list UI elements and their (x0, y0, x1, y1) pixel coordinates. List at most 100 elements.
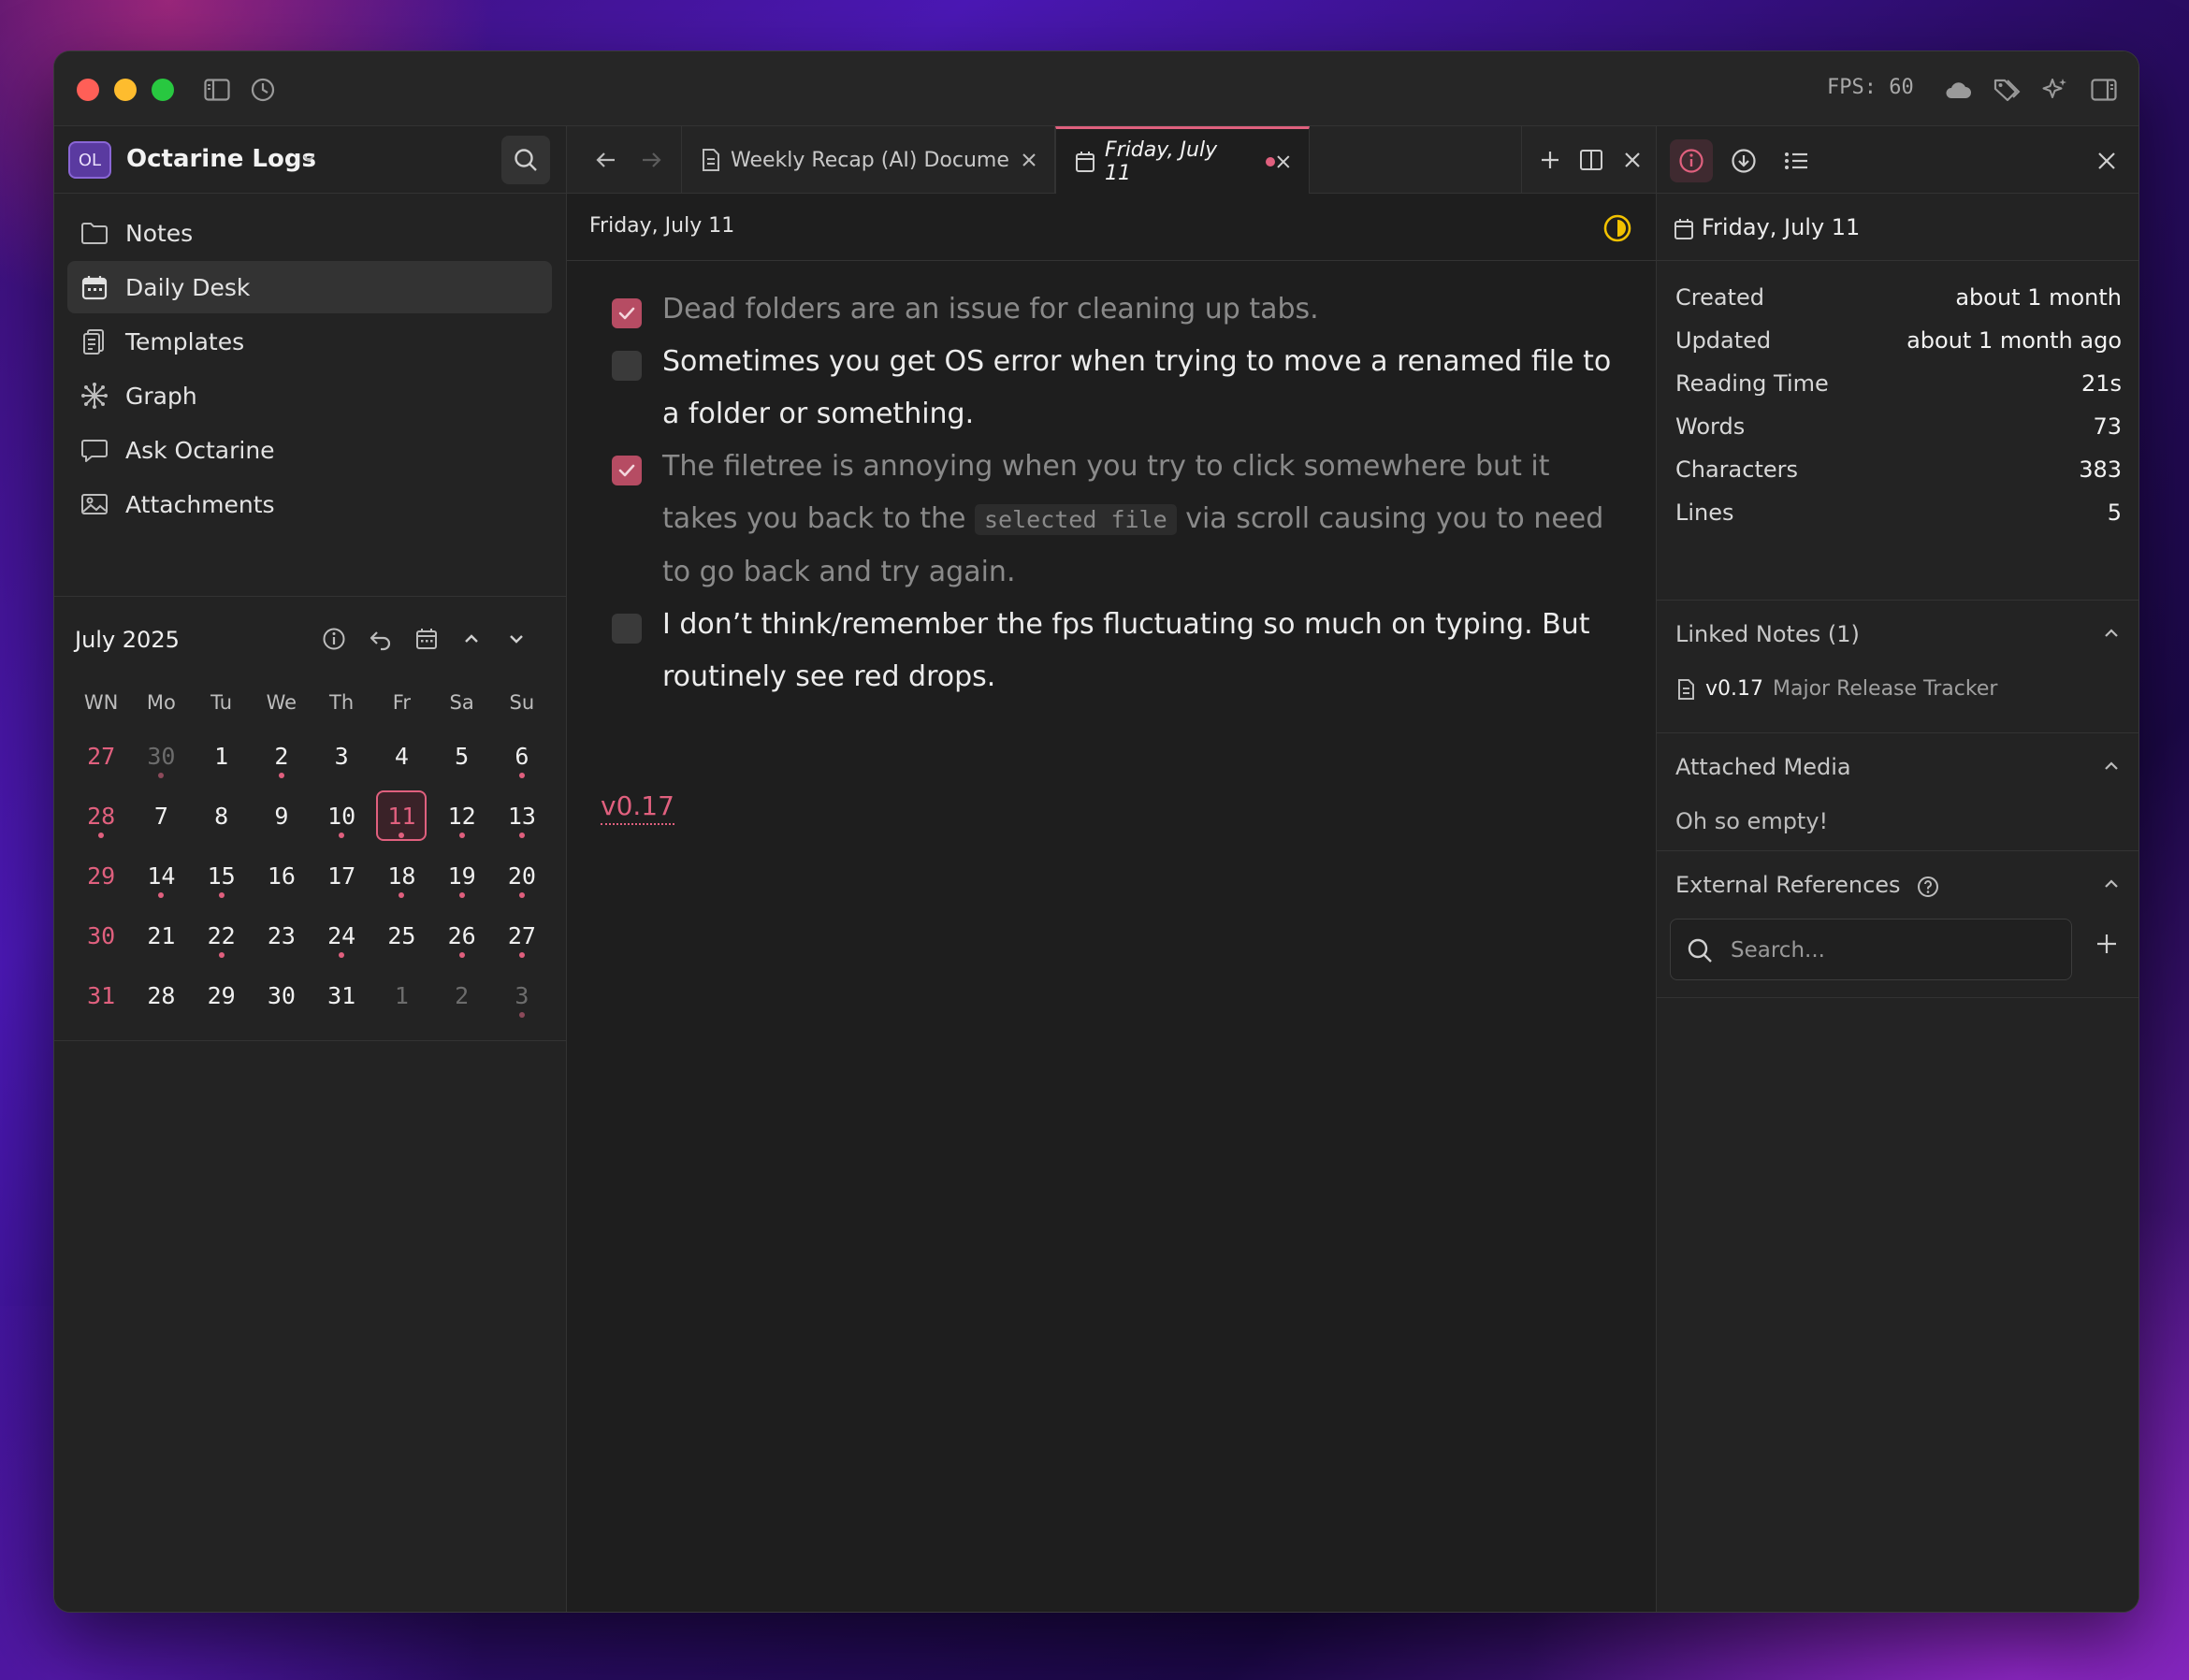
forward-arrow-icon[interactable] (636, 145, 666, 175)
task-text[interactable]: Sometimes you get OS error when trying t… (662, 336, 1616, 441)
day-number: 24 (327, 921, 356, 949)
ai-sparkle-icon[interactable] (2039, 74, 2071, 106)
week-number[interactable]: 29 (71, 846, 131, 905)
tags-icon[interactable] (1991, 74, 2022, 106)
calendar-day-today[interactable]: 11 (371, 786, 431, 846)
calendar-day[interactable]: 8 (192, 786, 252, 846)
task-checkbox[interactable] (612, 456, 642, 485)
calendar-day[interactable]: 2 (432, 965, 492, 1025)
close-pane-icon[interactable] (1617, 145, 1647, 175)
day-number: 11 (387, 802, 416, 830)
calendar-day[interactable]: 6 (492, 726, 552, 786)
external-refs-search-input[interactable] (1731, 934, 2058, 966)
sidebar-item-daily-desk[interactable]: Daily Desk (67, 261, 552, 313)
task-text[interactable]: The filetree is annoying when you try to… (662, 441, 1616, 599)
calendar-day[interactable]: 3 (492, 965, 552, 1025)
calendar-day[interactable]: 1 (371, 965, 431, 1025)
calendar-day[interactable]: 5 (432, 726, 492, 786)
calendar-day[interactable]: 18 (371, 846, 431, 905)
tab-friday-july-11[interactable]: Friday, July 11 (1055, 126, 1310, 194)
split-view-icon[interactable] (1576, 145, 1606, 175)
sidebar-item-graph[interactable]: Graph (67, 369, 552, 422)
calendar-day[interactable]: 31 (312, 965, 371, 1025)
week-number[interactable]: 28 (71, 786, 131, 846)
search-button[interactable] (501, 136, 550, 184)
today-calendar-icon[interactable] (413, 625, 441, 653)
add-reference-icon[interactable] (2095, 932, 2119, 960)
week-number[interactable]: 30 (71, 905, 131, 965)
chevron-up-icon[interactable] (2101, 756, 2122, 780)
week-number[interactable]: 31 (71, 965, 131, 1025)
calendar-day[interactable]: 9 (252, 786, 312, 846)
history-icon[interactable] (247, 74, 279, 106)
task-text[interactable]: Dead folders are an issue for cleaning u… (662, 283, 1616, 336)
note-indicator-dot (458, 833, 465, 838)
sidebar-item-ask-octarine[interactable]: Ask Octarine (67, 424, 552, 476)
close-icon[interactable] (1275, 153, 1292, 170)
day-number: 25 (387, 921, 416, 949)
info-icon[interactable] (320, 625, 348, 653)
calendar-day[interactable]: 2 (252, 726, 312, 786)
chevron-down-icon[interactable] (502, 625, 530, 653)
day-number: 13 (507, 802, 536, 830)
calendar-day[interactable]: 30 (252, 965, 312, 1025)
note-indicator-dot (518, 773, 525, 778)
calendar-day[interactable]: 25 (371, 905, 431, 965)
calendar-day[interactable]: 27 (492, 905, 552, 965)
calendar-day[interactable]: 17 (312, 846, 371, 905)
task-checkbox[interactable] (612, 298, 642, 328)
toggle-right-panel-icon[interactable] (2088, 74, 2120, 106)
calendar-day[interactable]: 14 (131, 846, 191, 905)
undo-icon[interactable] (367, 625, 395, 653)
calendar-day[interactable]: 7 (131, 786, 191, 846)
calendar-day[interactable]: 21 (131, 905, 191, 965)
workspace-switcher[interactable]: OL Octarine Logs (54, 126, 566, 194)
close-window-button[interactable] (77, 79, 99, 101)
chevron-up-icon[interactable] (2101, 874, 2122, 898)
calendar-day[interactable]: 22 (192, 905, 252, 965)
task-checkbox[interactable] (612, 351, 642, 381)
help-icon[interactable] (1917, 876, 1939, 898)
chevron-up-icon[interactable] (457, 625, 486, 653)
calendar-day[interactable]: 30 (131, 726, 191, 786)
sidebar-item-templates[interactable]: Templates (67, 315, 552, 368)
calendar-day[interactable]: 26 (432, 905, 492, 965)
calendar-day[interactable]: 15 (192, 846, 252, 905)
week-number[interactable]: 27 (71, 726, 131, 786)
download-icon[interactable] (1722, 139, 1765, 182)
back-arrow-icon[interactable] (591, 145, 621, 175)
outline-list-icon[interactable] (1775, 139, 1818, 182)
close-icon[interactable] (1021, 152, 1037, 168)
folder-icon (81, 223, 108, 244)
calendar-day[interactable]: 16 (252, 846, 312, 905)
calendar-day[interactable]: 3 (312, 726, 371, 786)
calendar-day[interactable]: 20 (492, 846, 552, 905)
sidebar-item-attachments[interactable]: Attachments (67, 478, 552, 530)
minimize-window-button[interactable] (114, 79, 137, 101)
calendar-day[interactable]: 29 (192, 965, 252, 1025)
tab-weekly-recap[interactable]: Weekly Recap (AI) Docume (681, 126, 1055, 194)
task-checkbox[interactable] (612, 614, 642, 644)
calendar-day[interactable]: 24 (312, 905, 371, 965)
calendar-day[interactable]: 23 (252, 905, 312, 965)
info-icon[interactable] (1670, 139, 1713, 182)
toggle-sidebar-icon[interactable] (201, 74, 233, 106)
calendar-day[interactable]: 12 (432, 786, 492, 846)
chevron-up-icon[interactable] (2101, 623, 2122, 647)
calendar-day[interactable]: 10 (312, 786, 371, 846)
sidebar-item-notes[interactable]: Notes (67, 207, 552, 259)
new-tab-icon[interactable] (1535, 145, 1565, 175)
version-tag-link[interactable]: v0.17 (601, 790, 674, 825)
task-text[interactable]: I don’t think/remember the fps fluctuati… (662, 599, 1616, 703)
document-header: Friday, July 11 (567, 194, 1679, 261)
cloud-sync-icon[interactable] (1942, 74, 1974, 106)
maximize-window-button[interactable] (152, 79, 174, 101)
calendar-day[interactable]: 1 (192, 726, 252, 786)
calendar-day[interactable]: 19 (432, 846, 492, 905)
close-panel-icon[interactable] (2085, 139, 2128, 182)
theme-contrast-icon[interactable] (1602, 212, 1633, 244)
calendar-day[interactable]: 28 (131, 965, 191, 1025)
linked-note-item[interactable]: v0.17 Major Release Tracker (1677, 677, 1997, 701)
calendar-day[interactable]: 13 (492, 786, 552, 846)
calendar-day[interactable]: 4 (371, 726, 431, 786)
